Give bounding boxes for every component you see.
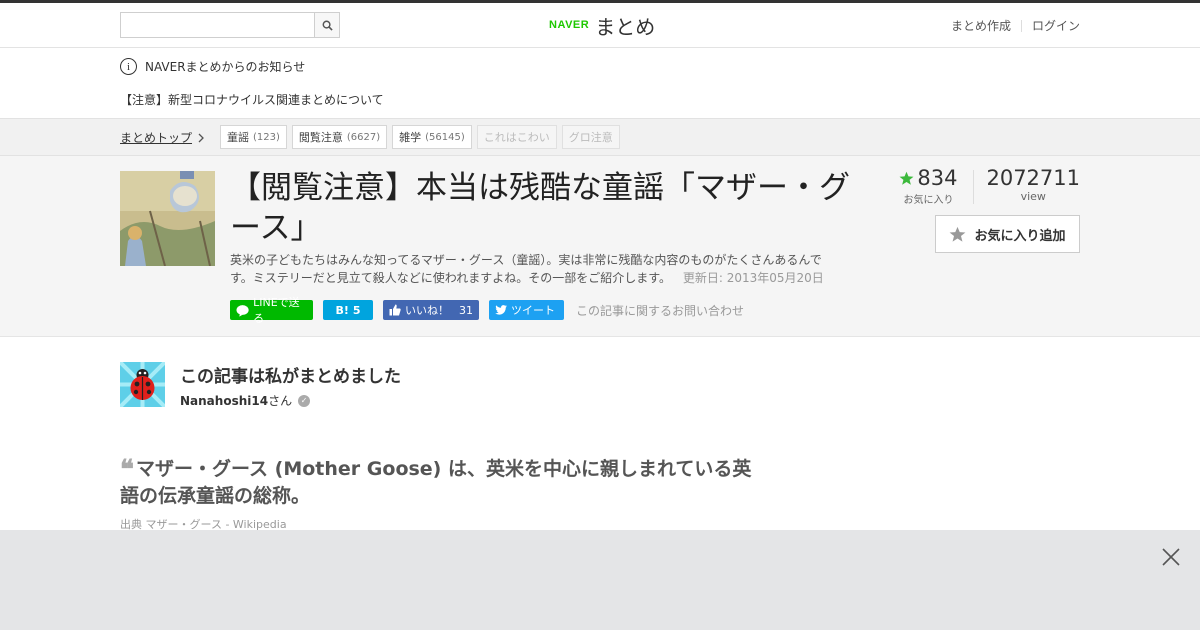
quote-text: マザー・グース (Mother Goose) は、英米を中心に親しまれている英語… (120, 458, 752, 507)
line-icon (236, 304, 249, 317)
bottom-ad-overlay (0, 530, 1200, 630)
hatena-icon: B! (335, 303, 349, 317)
tag-count: (56145) (425, 131, 465, 143)
tag-item[interactable]: グロ注意 (561, 125, 620, 149)
article-description: 英米の子どもたちはみんな知ってるマザー・グース（童謡）。実は非常に残酷な内容のも… (230, 251, 840, 287)
line-share-label: LINEで送る (253, 296, 300, 325)
view-stat: 2072711 view (986, 166, 1080, 203)
close-overlay-button[interactable] (1162, 548, 1180, 566)
updated-date: 更新日: 2013年05月20日 (682, 271, 824, 285)
tag-label: 雑学 (399, 131, 422, 144)
tag-item[interactable]: 雑学 (56145) (392, 125, 472, 149)
view-count: 2072711 (986, 166, 1080, 190)
thumbs-up-icon (389, 304, 401, 316)
logo-matome-text: まとめ (595, 14, 656, 39)
twitter-bird-icon (495, 305, 507, 315)
search-input[interactable] (121, 13, 315, 37)
header-link-divider (1020, 19, 1022, 32)
quote-mark-icon: ❝ (120, 455, 134, 484)
curator-name-suffix: さん (268, 394, 293, 408)
tweet-button[interactable]: ツイート (489, 300, 564, 320)
breadcrumb-top-link[interactable]: まとめトップ (120, 129, 205, 146)
tag-list: 童謡 (123) 閲覧注意 (6627) 雑学 (56145) これはこわい グ… (220, 125, 620, 149)
facebook-like-label: いいね！ (405, 304, 449, 317)
logo-naver-text: NAVER (549, 19, 590, 31)
tweet-label: ツイート (511, 304, 555, 317)
search-button[interactable] (314, 13, 339, 37)
breadcrumb-label: まとめトップ (120, 131, 193, 145)
naver-matome-logo[interactable]: NAVER まとめ (549, 11, 655, 39)
login-link[interactable]: ログイン (1032, 17, 1080, 34)
quote-block: ❝ マザー・グース (Mother Goose) は、英米を中心に親しまれている英… (120, 456, 760, 510)
star-icon (899, 171, 914, 185)
tag-label: これはこわい (483, 131, 550, 144)
illustration-image (120, 171, 215, 266)
curator-heading: この記事は私がまとめました (180, 367, 401, 387)
hatena-bookmark-button[interactable]: B! 5 (323, 300, 373, 320)
favorite-label: お気に入り (903, 195, 954, 206)
tag-count: (6627) (346, 131, 381, 143)
info-icon: i (120, 58, 137, 75)
category-bar: まとめトップ 童謡 (123) 閲覧注意 (6627) 雑学 (56145) こ… (0, 118, 1200, 156)
site-header: NAVER まとめ まとめ作成 ログイン (0, 3, 1200, 48)
tag-label: 童謡 (227, 131, 249, 144)
create-matome-link[interactable]: まとめ作成 (951, 17, 1011, 34)
article-header: 【閲覧注意】本当は残酷な童謡「マザー・グース」 英米の子どもたちはみんな知ってる… (0, 156, 1200, 337)
add-favorite-button[interactable]: お気に入り追加 (935, 215, 1080, 253)
notice-heading-text: NAVERまとめからのお知らせ (145, 60, 306, 74)
star-outline-icon (950, 226, 966, 242)
notice-item-link[interactable]: 【注意】新型コロナウイルス関連まとめについて (120, 91, 384, 108)
tag-count: (123) (253, 131, 280, 143)
ladybug-avatar-image (120, 362, 165, 407)
tag-item[interactable]: 閲覧注意 (6627) (291, 125, 388, 149)
facebook-like-button[interactable]: いいね！ 31 (383, 300, 479, 320)
curator-avatar[interactable] (120, 362, 165, 407)
tag-item[interactable]: 童謡 (123) (220, 125, 287, 149)
add-favorite-label: お気に入り追加 (974, 228, 1066, 244)
line-share-button[interactable]: LINEで送る (230, 296, 313, 325)
tag-label: 閲覧注意 (298, 131, 343, 144)
facebook-like-count: 31 (459, 303, 473, 317)
article-thumbnail[interactable] (120, 171, 215, 266)
search-icon (322, 20, 333, 31)
social-share-bar: LINEで送る B! 5 いいね！ 31 ツイート この記事に関するお問い合わせ (230, 296, 744, 325)
tag-label: グロ注意 (568, 131, 613, 144)
view-label: view (1020, 190, 1046, 203)
favorite-stat: 834 お気に入り (893, 166, 963, 206)
header-links: まとめ作成 ログイン (951, 17, 1080, 34)
article-stats: 834 お気に入り 2072711 view (893, 166, 1080, 206)
curator-name[interactable]: Nanahoshi14 (180, 394, 268, 408)
search-box (120, 12, 340, 38)
curator-name-row: Nanahoshi14さん ✓ (180, 392, 311, 409)
article-title: 【閲覧注意】本当は残酷な童謡「マザー・グース」 (230, 170, 850, 246)
favorite-count: 834 (917, 166, 958, 190)
notice-heading: i NAVERまとめからのお知らせ (120, 58, 305, 75)
tag-item[interactable]: これはこわい (476, 125, 557, 149)
contact-link[interactable]: この記事に関するお問い合わせ (576, 302, 744, 319)
verified-check-icon: ✓ (298, 394, 311, 407)
hatena-count: 5 (352, 303, 361, 317)
chevron-right-icon (198, 133, 204, 142)
stat-divider (973, 170, 975, 204)
close-icon (1162, 548, 1180, 566)
